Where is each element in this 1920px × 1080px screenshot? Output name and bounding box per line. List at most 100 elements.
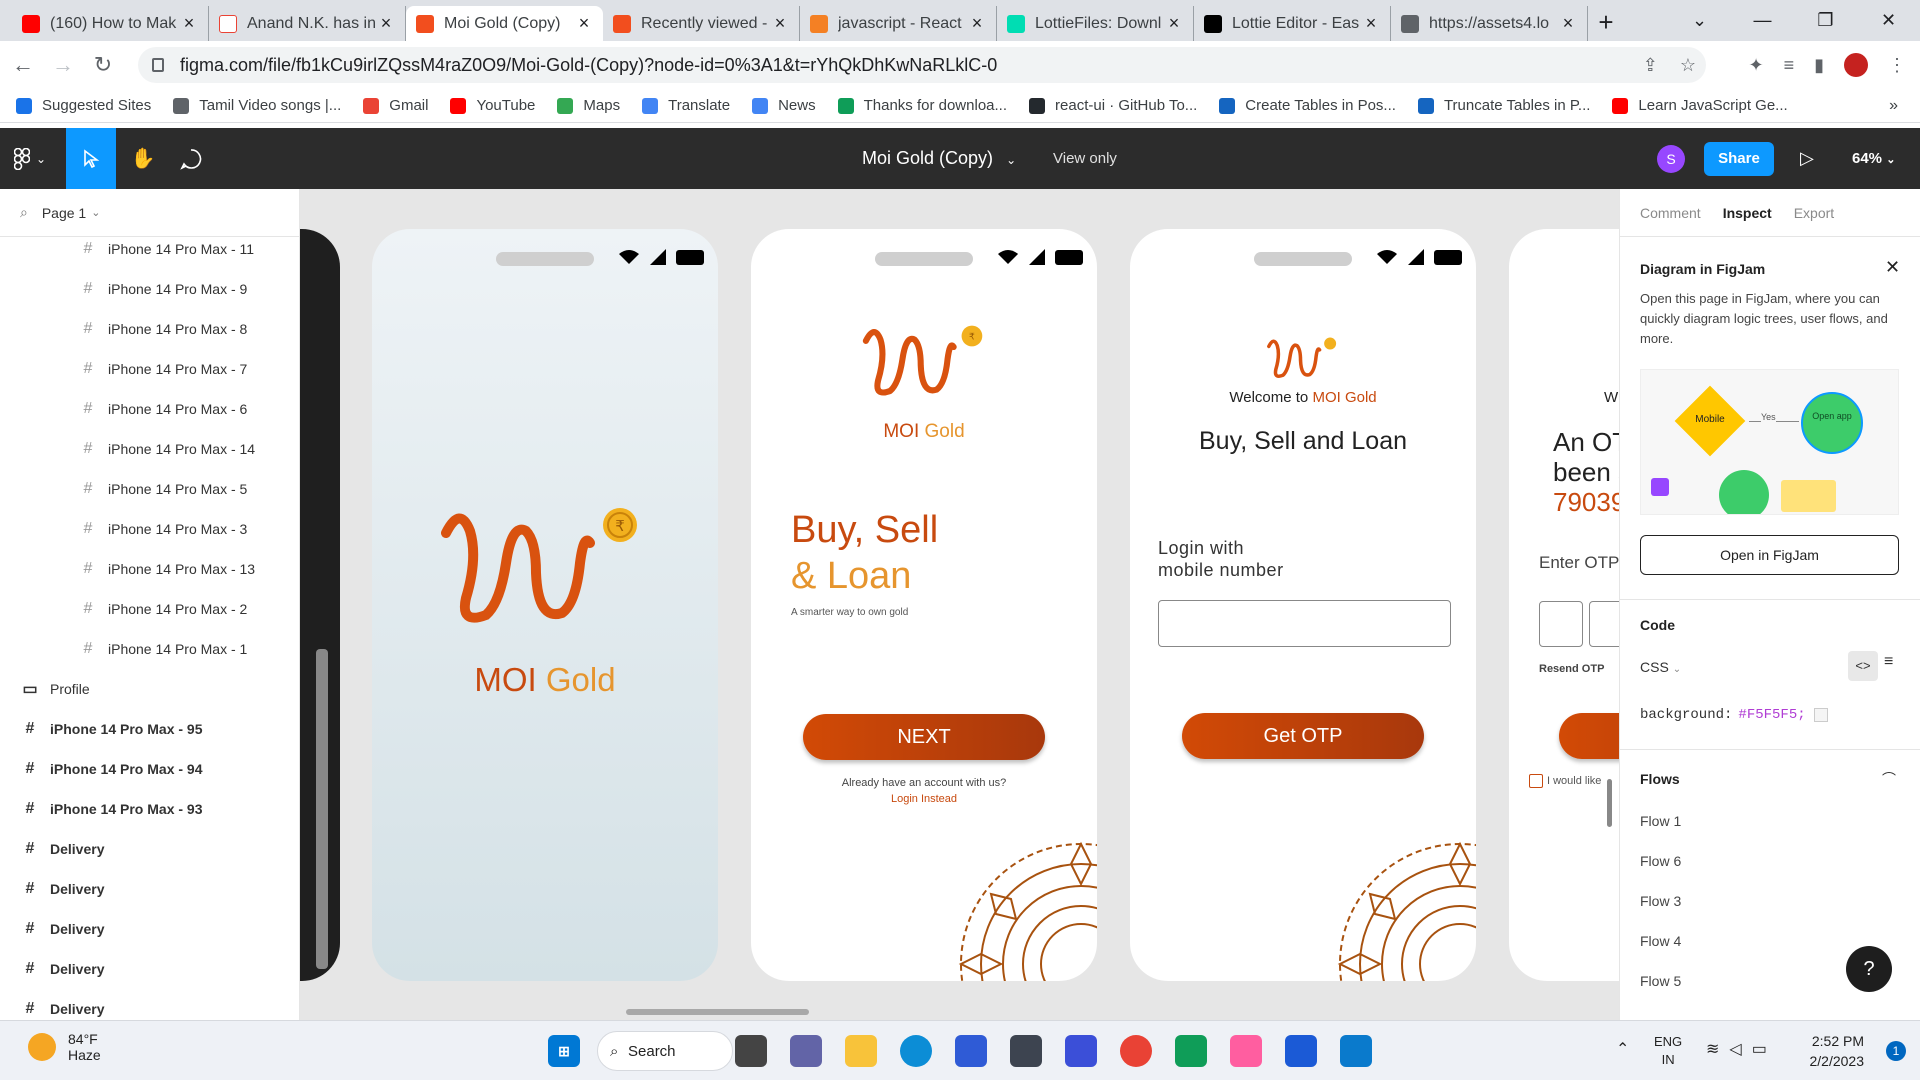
layer-item[interactable]: ▭ Profile	[0, 669, 299, 709]
task-view-icon[interactable]	[735, 1035, 767, 1067]
share-button[interactable]: Share	[1704, 142, 1774, 176]
flow-item[interactable]: Flow 5	[1640, 973, 1681, 989]
browser-tab[interactable]: Anand N.K. has in ×	[209, 6, 406, 41]
new-tab-button[interactable]: +	[1588, 6, 1624, 41]
bookmark-item[interactable]: Tamil Video songs |...	[173, 97, 341, 114]
bookmark-item[interactable]: Learn JavaScript Ge...	[1612, 97, 1788, 114]
more-bookmarks-button[interactable]: »	[1889, 97, 1898, 115]
splash-screen[interactable]: ₹ MOI Gold	[372, 229, 718, 981]
otp-screen[interactable]: W An OT been s 79039 Enter OTP Resend OT…	[1509, 229, 1619, 981]
layer-item[interactable]: # iPhone 14 Pro Max - 13	[0, 549, 299, 589]
canvas-horizontal-scrollbar[interactable]	[626, 1009, 809, 1015]
verify-button[interactable]	[1559, 713, 1619, 759]
close-tab-icon[interactable]: ×	[1559, 13, 1577, 34]
file-title[interactable]: Moi Gold (Copy) ⌄	[862, 128, 1016, 189]
close-icon[interactable]: ✕	[1885, 257, 1900, 278]
login-instead-link[interactable]: Login Instead	[751, 793, 1097, 805]
code-view-icon[interactable]: <>	[1848, 651, 1878, 681]
layer-item[interactable]: # iPhone 14 Pro Max - 5	[0, 469, 299, 509]
bookmark-item[interactable]: YouTube	[450, 97, 535, 114]
taskbar-search[interactable]: ⌕ Search	[597, 1031, 733, 1071]
browser-tab[interactable]: javascript - React ×	[800, 6, 997, 41]
layer-item[interactable]: # iPhone 14 Pro Max - 3	[0, 509, 299, 549]
design-canvas[interactable]: ₹ MOI Gold ₹ MOI Gold Buy, Sell & Loan A	[300, 189, 1619, 1020]
layer-item[interactable]: # iPhone 14 Pro Max - 9	[0, 269, 299, 309]
bookmark-item[interactable]: Translate	[642, 97, 730, 114]
browser-tab[interactable]: LottieFiles: Downl ×	[997, 6, 1194, 41]
intro-screen[interactable]: ₹ MOI Gold Buy, Sell & Loan A smarter wa…	[751, 229, 1097, 981]
flow-item[interactable]: Flow 1	[1640, 813, 1681, 829]
media-icon[interactable]: ≡	[1784, 55, 1795, 76]
flow-item[interactable]: Flow 6	[1640, 853, 1681, 869]
search-icon[interactable]: ⌕	[20, 204, 28, 221]
browser-tab[interactable]: Moi Gold (Copy) ×	[406, 6, 603, 41]
browser-tab[interactable]: Recently viewed - ×	[603, 6, 800, 41]
back-button[interactable]: ←	[6, 48, 40, 82]
code-language-dropdown[interactable]: CSS ⌄	[1640, 659, 1681, 675]
tab-export[interactable]: Export	[1794, 205, 1834, 221]
layer-item[interactable]: # Delivery	[0, 869, 299, 909]
language-indicator[interactable]: ENG IN	[1654, 1033, 1682, 1069]
chevron-up-icon[interactable]: ⌃	[1616, 1039, 1629, 1059]
profile-avatar[interactable]	[1844, 53, 1868, 77]
browser-tab[interactable]: https://assets4.lo ×	[1391, 6, 1588, 41]
otp-digit-input[interactable]	[1539, 601, 1583, 647]
layer-item[interactable]: # iPhone 14 Pro Max - 94	[0, 749, 299, 789]
user-avatar[interactable]: S	[1657, 145, 1685, 173]
clock[interactable]: 2:52 PM 2/2/2023	[1810, 1031, 1865, 1071]
consent-checkbox-row[interactable]: I would like	[1529, 774, 1601, 788]
login-screen[interactable]: Welcome to MOI Gold Buy, Sell and Loan L…	[1130, 229, 1476, 981]
notification-badge[interactable]: 1	[1886, 1041, 1906, 1061]
layer-item[interactable]: # iPhone 14 Pro Max - 93	[0, 789, 299, 829]
app-blue-icon[interactable]	[1285, 1035, 1317, 1067]
bookmark-item[interactable]: News	[752, 97, 816, 114]
zoom-dropdown[interactable]: 64% ⌄	[1852, 128, 1895, 191]
layer-item[interactable]: # iPhone 14 Pro Max - 8	[0, 309, 299, 349]
close-tab-icon[interactable]: ×	[180, 13, 198, 34]
consent-checkbox[interactable]	[1529, 774, 1543, 788]
bookmark-star-icon[interactable]: ☆	[1680, 55, 1696, 76]
bookmark-item[interactable]: Maps	[557, 97, 620, 114]
forward-button[interactable]: →	[46, 48, 80, 82]
layer-item[interactable]: # Delivery	[0, 909, 299, 949]
close-tab-icon[interactable]: ×	[1165, 13, 1183, 34]
otp-digit-input[interactable]	[1589, 601, 1619, 647]
get-otp-button[interactable]: Get OTP	[1182, 713, 1424, 759]
maximize-button[interactable]: ❐	[1794, 0, 1857, 41]
file-explorer-icon[interactable]	[845, 1035, 877, 1067]
close-tab-icon[interactable]: ×	[575, 13, 593, 34]
weather-widget[interactable]: 84°F Haze	[28, 1031, 101, 1063]
layer-item[interactable]: # iPhone 14 Pro Max - 95	[0, 709, 299, 749]
resend-otp-link[interactable]: Resend OTP	[1539, 663, 1604, 675]
comment-tool-button[interactable]	[166, 128, 216, 189]
bookmark-item[interactable]: Suggested Sites	[16, 97, 151, 114]
teams-icon[interactable]	[790, 1035, 822, 1067]
minimize-button[interactable]: —	[1731, 0, 1794, 41]
close-tab-icon[interactable]: ×	[377, 13, 395, 34]
hand-tool-button[interactable]: ✋	[118, 128, 168, 189]
layer-item[interactable]: # iPhone 14 Pro Max - 7	[0, 349, 299, 389]
present-button[interactable]: ▷	[1800, 128, 1814, 189]
layer-item[interactable]: # iPhone 14 Pro Max - 2	[0, 589, 299, 629]
bookmark-item[interactable]: Thanks for downloa...	[837, 97, 1007, 114]
flow-item[interactable]: Flow 3	[1640, 893, 1681, 909]
layer-item[interactable]: # iPhone 14 Pro Max - 11	[0, 229, 299, 269]
browser-menu-icon[interactable]: ⋮	[1888, 55, 1906, 76]
app-cube-icon[interactable]	[1010, 1035, 1042, 1067]
side-panel-icon[interactable]: ▮	[1814, 55, 1824, 76]
tray-icons[interactable]: ≋◁▭	[1706, 1039, 1777, 1059]
browser-tab[interactable]: (160) How to Mak ×	[12, 6, 209, 41]
store-icon[interactable]	[955, 1035, 987, 1067]
tab-inspect[interactable]: Inspect	[1723, 205, 1772, 221]
move-tool-button[interactable]	[66, 128, 116, 189]
close-window-button[interactable]: ✕	[1857, 0, 1920, 41]
app-green-icon[interactable]	[1175, 1035, 1207, 1067]
chrome-icon[interactable]	[1120, 1035, 1152, 1067]
layer-item[interactable]: # iPhone 14 Pro Max - 14	[0, 429, 299, 469]
extensions-icon[interactable]: ✦	[1748, 55, 1763, 76]
tab-search-icon[interactable]: ⌄	[1668, 0, 1731, 41]
mobile-number-input[interactable]	[1158, 600, 1451, 647]
close-tab-icon[interactable]: ×	[968, 13, 986, 34]
flows-collapse-icon[interactable]: ⌒	[1882, 769, 1896, 789]
flow-item[interactable]: Flow 4	[1640, 933, 1681, 949]
